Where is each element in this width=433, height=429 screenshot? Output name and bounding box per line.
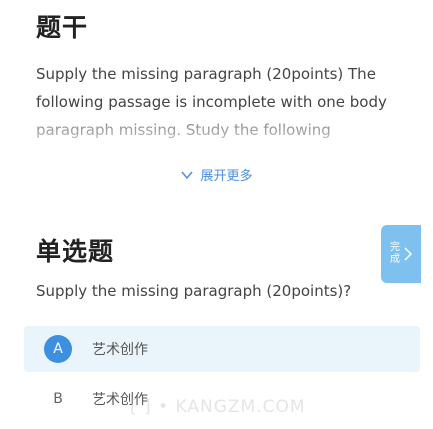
done-label: 完成 — [390, 242, 400, 265]
done-side-tab[interactable]: 完成 — [381, 225, 421, 283]
option-a-badge: A — [44, 335, 72, 363]
watermark: [ ] • KANGZM.COM — [130, 397, 306, 417]
stem-title: 题干 — [36, 13, 89, 42]
expand-more-label: 展开更多 — [200, 169, 253, 184]
chevron-down-icon — [181, 171, 194, 179]
option-a-label: 艺术创作 — [92, 342, 148, 358]
question-type-title: 单选题 — [36, 237, 115, 266]
question-text: Supply the missing paragraph (20points)? — [36, 282, 352, 300]
chevron-right-icon — [404, 247, 413, 261]
option-b-badge: B — [53, 391, 63, 407]
expand-more-button[interactable]: 展开更多 — [0, 165, 433, 184]
option-a[interactable]: A 艺术创作 — [24, 326, 420, 372]
stem-fade-overlay — [0, 110, 433, 160]
